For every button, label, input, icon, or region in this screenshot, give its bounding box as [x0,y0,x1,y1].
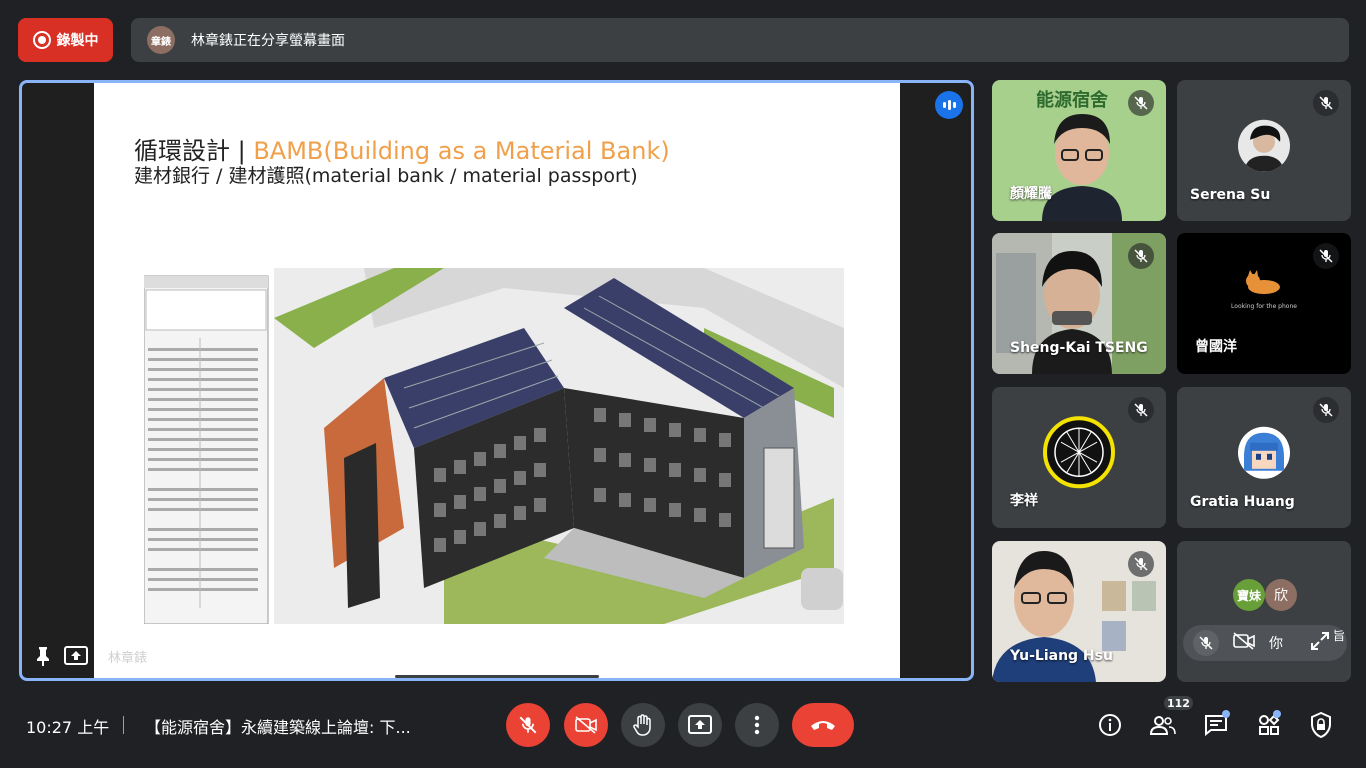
slide-subtitle: 建材銀行 / 建材護照(material bank / material pas… [134,165,638,187]
slide-scrollbar[interactable] [395,675,599,678]
mic-off-icon [1313,90,1339,116]
participant-name: Yu-Liang Hsu [1010,648,1113,664]
present-screen-icon [688,715,712,734]
activities-notification-dot [1273,710,1281,718]
people-button[interactable] [1149,711,1177,739]
mic-off-icon[interactable] [1193,630,1219,656]
speaking-indicator-icon [935,91,963,119]
mic-off-icon [1128,397,1154,423]
camera-toggle-button[interactable] [564,703,608,747]
more-vert-icon [754,715,760,735]
participant-tile[interactable]: 李祥 [992,387,1166,528]
raise-hand-button[interactable] [621,703,665,747]
presentation-frame[interactable]: 循環設計 | BAMB(Building as a Material Bank)… [19,80,974,681]
chat-notification-dot [1222,710,1230,718]
self-tile[interactable]: 寶妹 欣 你 旨 [1177,541,1351,682]
participant-name: Sheng-Kai TSENG [1010,340,1148,356]
participant-name: 顏耀騰 [1010,186,1052,202]
participant-tile[interactable]: Yu-Liang Hsu [992,541,1166,682]
participant-avatar: 欣 [1265,579,1297,611]
participant-tile[interactable]: 能源宿舍 顏耀騰 [992,80,1166,221]
people-icon [1150,716,1176,735]
divider [123,716,124,734]
phone-hangup-icon [811,721,835,730]
tile-caption: Looking for the phone [1231,303,1297,310]
more-options-button[interactable] [735,703,779,747]
recording-indicator[interactable]: 錄製中 [18,18,113,62]
screen-share-banner: 章錶 林章錶正在分享螢幕畫面 [131,18,1349,62]
recording-label: 錄製中 [56,33,99,49]
self-controls: 你 [1183,625,1347,661]
mic-toggle-button[interactable] [506,703,550,747]
cat-icon [1241,269,1287,295]
expand-icon[interactable] [1311,632,1329,654]
clock: 10:27 上午 [26,718,110,737]
shared-slide: 循環設計 | BAMB(Building as a Material Bank)… [94,83,900,678]
participant-avatar [1238,426,1290,479]
leave-call-button[interactable] [792,703,854,747]
pin-icon[interactable] [30,643,56,669]
participant-tile[interactable]: Gratia Huang [1177,387,1351,528]
participant-name: Serena Su [1190,187,1271,203]
participant-name: 曾國洋 [1195,339,1237,355]
shield-lock-icon [1311,712,1331,738]
share-message: 林章錶正在分享螢幕畫面 [191,33,345,49]
meeting-details-button[interactable] [1096,711,1124,739]
camera-off-icon [575,716,597,734]
present-now-button[interactable] [678,703,722,747]
participant-video [1042,114,1122,221]
mic-off-icon [1128,243,1154,269]
mic-off-icon [1128,551,1154,577]
participant-avatar: 寶妹 [1233,579,1265,611]
meeting-title: 【能源宿舍】永續建築線上論壇: 下... [145,718,411,737]
participant-tile[interactable]: Serena Su [1177,80,1351,221]
mic-off-icon [1313,397,1339,423]
hand-icon [633,714,651,736]
participant-tile[interactable]: Looking for the phone 曾國洋 [1177,233,1351,374]
info-icon [1099,714,1121,736]
participant-avatar [1043,415,1115,488]
present-screen-icon[interactable] [63,643,89,669]
mic-off-icon [1313,243,1339,269]
record-icon [32,31,51,49]
camera-off-icon[interactable] [1233,632,1255,654]
presenter-name-label: 林章錶 [108,651,148,666]
self-label: 你 [1269,636,1283,652]
people-count-badge: 112 [1162,694,1195,712]
host-controls-button[interactable] [1307,711,1335,739]
participant-name: 李祥 [1010,493,1038,509]
self-extra-label: 旨 [1332,629,1345,643]
building-model-image [144,268,844,624]
mic-off-icon [1128,90,1154,116]
participant-avatar [1238,119,1290,172]
presenter-avatar: 章錶 [147,26,175,54]
participant-tile[interactable]: Sheng-Kai TSENG [992,233,1166,374]
participant-name: Gratia Huang [1190,494,1295,510]
mic-off-icon [519,716,537,734]
